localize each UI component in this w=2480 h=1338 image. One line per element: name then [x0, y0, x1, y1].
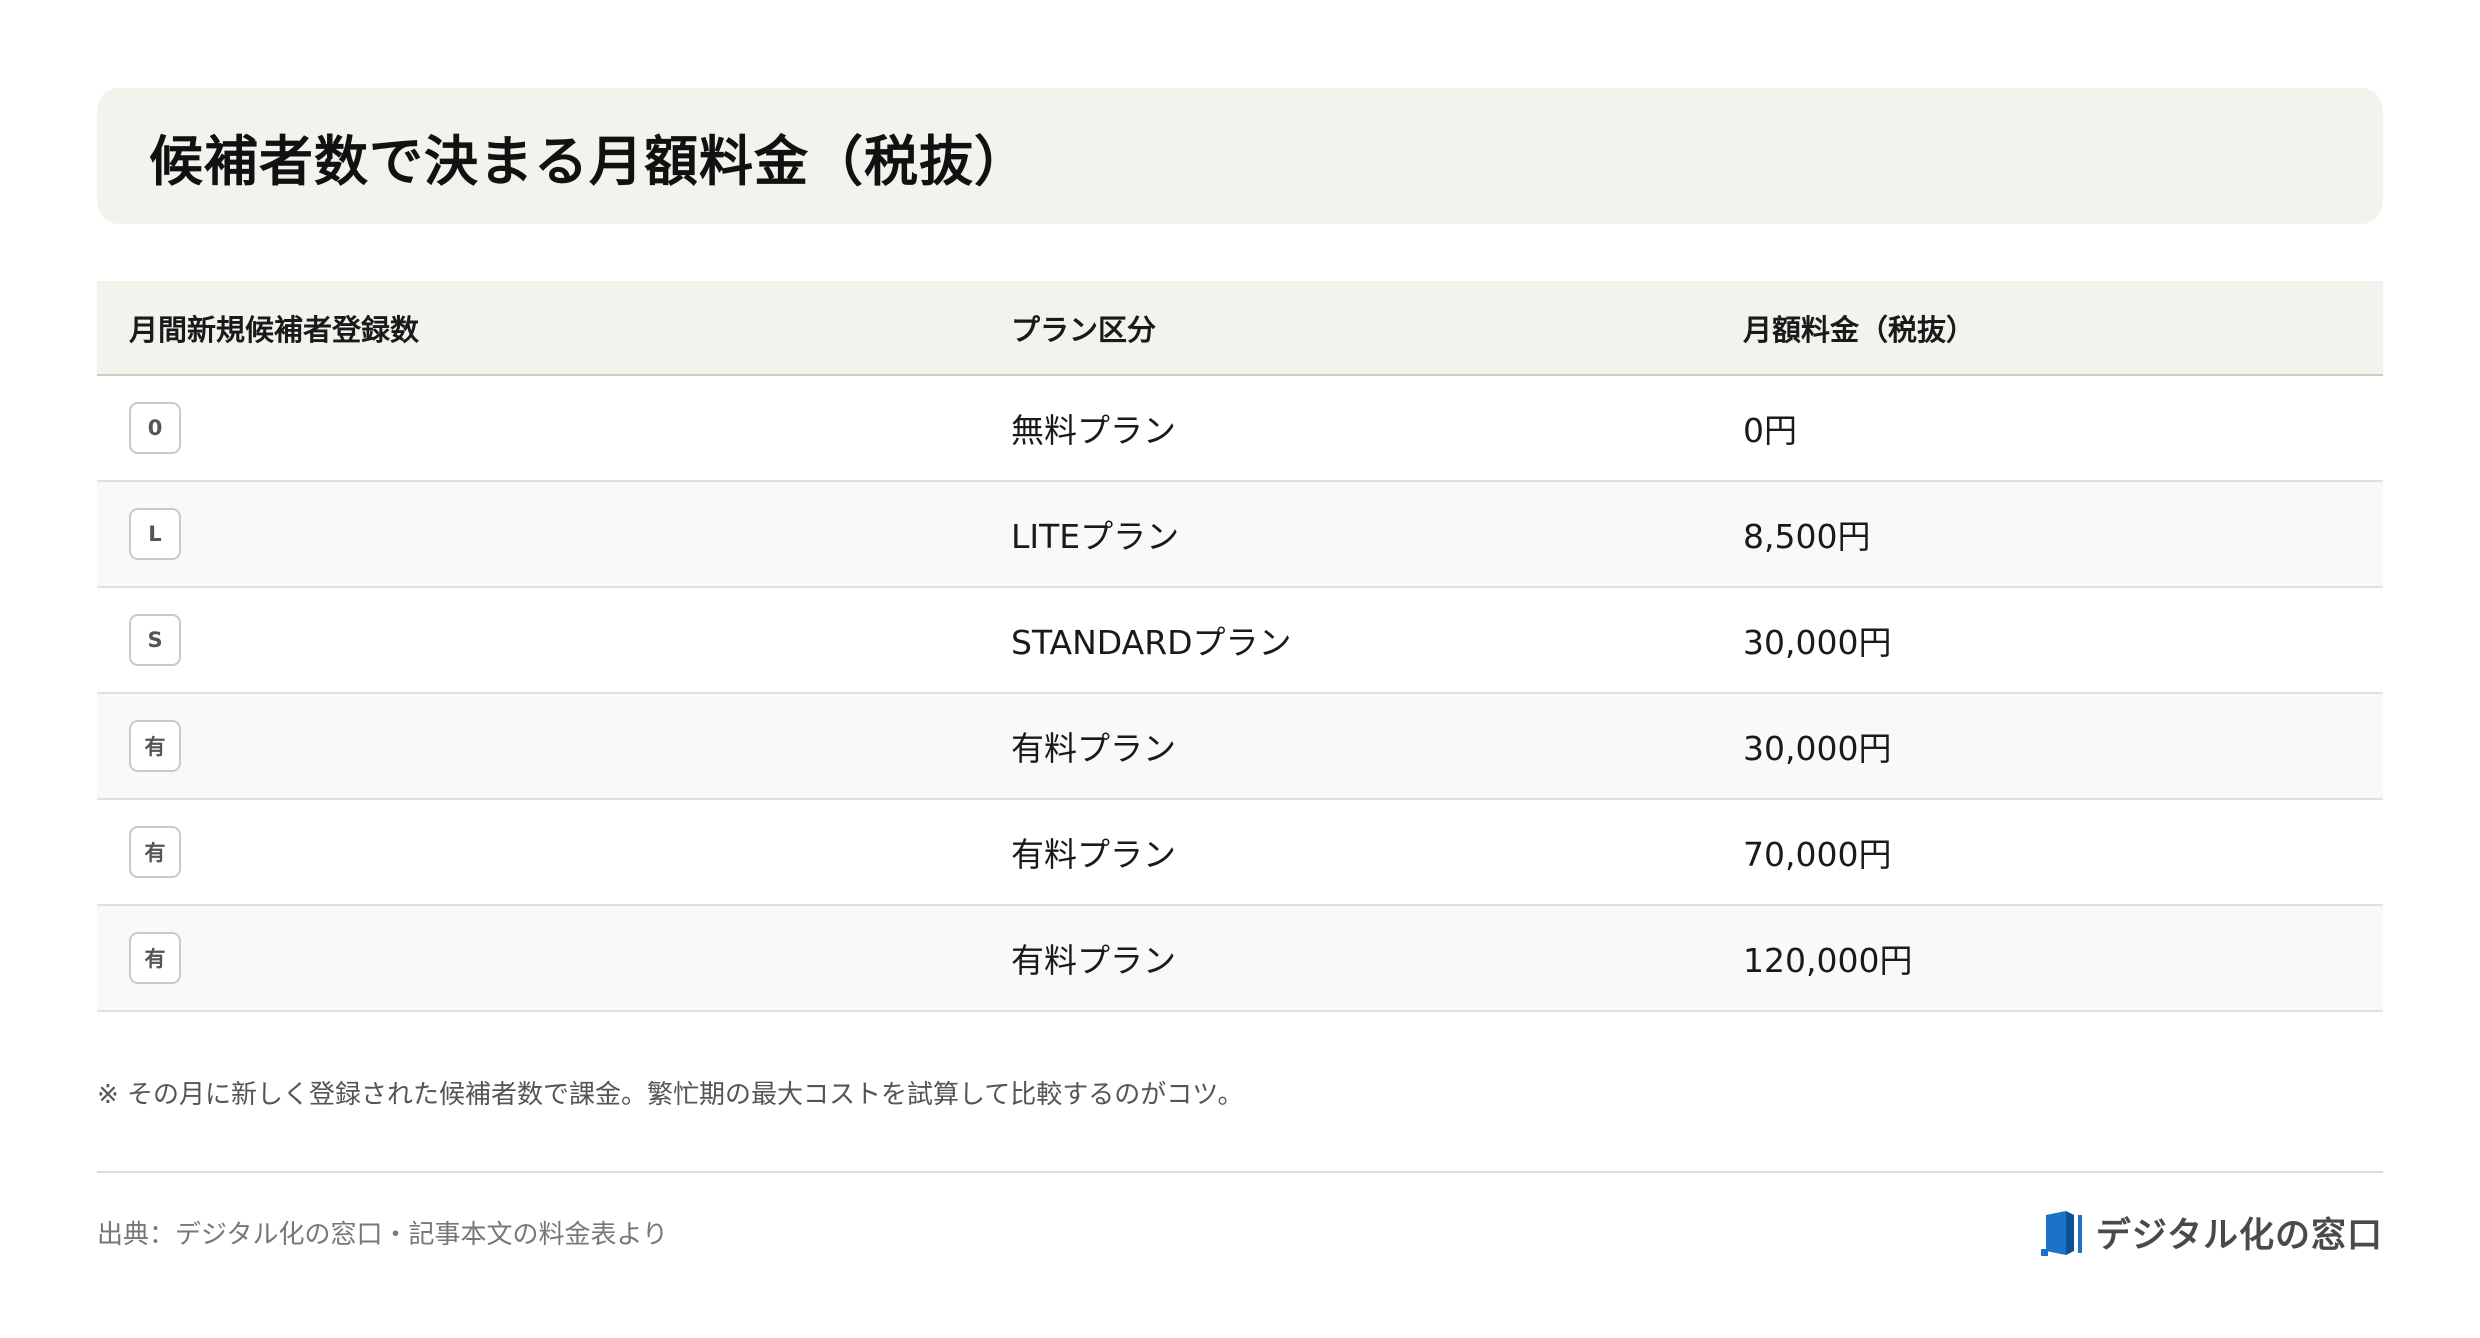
table-header: 月間新規候補者登録数 プラン区分 月額料金（税抜）	[97, 281, 2383, 376]
page: 候補者数で決まる月額料金（税抜） 月間新規候補者登録数 プラン区分 月額料金（税…	[0, 0, 2480, 1338]
plan-badge: S	[129, 614, 181, 666]
brand-name: デジタル化の窓口	[2095, 1216, 2383, 1256]
plan-badge: 有	[129, 826, 181, 878]
plan-badge: 0	[129, 402, 181, 454]
title-banner: 候補者数で決まる月額料金（税抜）	[97, 88, 2383, 224]
header-plan: プラン区分	[1011, 312, 1157, 347]
table-row: 有 有料プラン 120,000円	[97, 906, 2383, 1012]
table-row: 有 有料プラン 30,000円	[97, 694, 2383, 800]
table-row: 有 有料プラン 70,000円	[97, 800, 2383, 906]
plan-price: 120,000円	[1743, 941, 1913, 980]
plan-name: 有料プラン	[1011, 941, 1176, 980]
header-price: 月額料金（税抜）	[1743, 312, 1976, 347]
plan-badge: 有	[129, 932, 181, 984]
table-row: S STANDARDプラン 30,000円	[97, 588, 2383, 694]
plan-name: 有料プラン	[1011, 835, 1176, 874]
footnote: ※ その月に新しく登録された候補者数で課金。繁忙期の最大コストを試算して比較する…	[97, 1080, 1244, 1110]
plan-price: 8,500円	[1743, 517, 1871, 556]
plan-badge: 有	[129, 720, 181, 772]
plan-name: STANDARDプラン	[1011, 623, 1292, 662]
plan-price: 70,000円	[1743, 835, 1892, 874]
plan-badge: L	[129, 508, 181, 560]
plan-name: LITEプラン	[1011, 517, 1180, 556]
plan-name: 有料プラン	[1011, 729, 1176, 768]
divider	[97, 1171, 2383, 1173]
plan-price: 0円	[1743, 411, 1797, 450]
plan-name: 無料プラン	[1011, 411, 1176, 450]
window-logo-icon	[2040, 1210, 2082, 1256]
source-credit: 出典：デジタル化の窓口・記事本文の料金表より	[97, 1220, 668, 1250]
pricing-table: 月間新規候補者登録数 プラン区分 月額料金（税抜） 0 無料プラン 0円 L L…	[97, 281, 2383, 1012]
header-registrations: 月間新規候補者登録数	[129, 312, 420, 347]
footer: 出典：デジタル化の窓口・記事本文の料金表より デジタル化の窓口	[97, 1207, 2383, 1258]
brand: デジタル化の窓口	[2040, 1207, 2383, 1258]
table-row: L LITEプラン 8,500円	[97, 482, 2383, 588]
plan-price: 30,000円	[1743, 623, 1892, 662]
plan-price: 30,000円	[1743, 729, 1892, 768]
table-row: 0 無料プラン 0円	[97, 376, 2383, 482]
page-title: 候補者数で決まる月額料金（税抜）	[149, 129, 1029, 193]
